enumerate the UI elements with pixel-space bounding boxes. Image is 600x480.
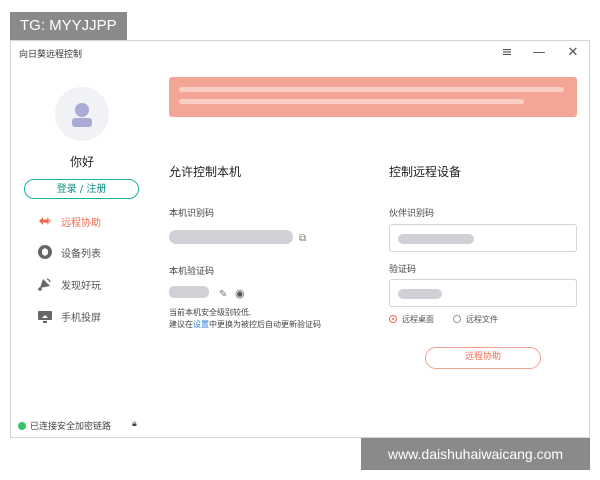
remote-assist-button[interactable]: 远程协助 [425, 347, 541, 369]
local-id-label: 本机识别码 [169, 209, 215, 219]
sidebar-item-label: 远程协助 [61, 218, 101, 229]
note-line-2: 建议在设置中更换为被控后自动更新验证码 [169, 319, 399, 331]
sidebar-item-label: 设备列表 [61, 249, 101, 260]
sidebar-item-label: 手机投屏 [61, 313, 101, 324]
radio-label: 远程文件 [466, 315, 498, 324]
discover-icon [38, 278, 51, 291]
verify-code-label: 验证码 [389, 265, 417, 275]
local-code-value [169, 286, 209, 298]
app-title: 向日葵远程控制 [19, 50, 83, 60]
verify-code-input[interactable] [389, 279, 577, 307]
screen-cast-icon [38, 311, 52, 323]
sidebar-item-screen-cast[interactable]: 手机投屏 [37, 306, 147, 326]
greeting-text: 你好 [69, 155, 94, 169]
main-panel: 允许控制本机 本机识别码 ⧉ 本机验证码 ✎ ◉ 当前本机安全级别较低. 建议在… [153, 65, 589, 438]
sidebar-item-device-list[interactable]: 设备列表 [37, 242, 147, 262]
control-remote-title: 控制远程设备 [389, 165, 462, 179]
local-id-value [169, 230, 293, 244]
remote-assist-icon [39, 217, 51, 225]
allow-control-title: 允许控制本机 [169, 165, 242, 179]
connection-status: 已连接安全加密链路 🔒︎ [18, 419, 148, 433]
partner-id-input[interactable] [389, 224, 577, 252]
verify-code-value [398, 289, 442, 299]
login-register-button[interactable]: 登录 / 注册 [24, 179, 139, 199]
menu-icon[interactable]: ≡ [499, 45, 515, 61]
note-line-1: 当前本机安全级别较低. [169, 308, 252, 317]
notice-text-line [179, 99, 524, 104]
lock-icon[interactable]: 🔒︎ [132, 419, 137, 429]
sidebar-item-discover[interactable]: 发现好玩 [37, 274, 147, 294]
close-icon[interactable]: ✕ [565, 45, 581, 61]
local-code-label: 本机验证码 [169, 267, 215, 277]
eye-icon[interactable]: ◉ [235, 287, 245, 300]
status-text: 已连接安全加密链路 [30, 422, 112, 432]
watermark: www.daishuhaiwaicang.com [361, 438, 590, 470]
sidebar: 你好 登录 / 注册 远程协助 设备列表 发现好玩 手机投屏 已连接安全加密链路… [11, 65, 153, 438]
note-prefix: 建议在 [169, 320, 193, 329]
settings-link[interactable]: 设置 [193, 320, 209, 329]
status-dot-icon [18, 422, 26, 430]
copy-icon[interactable]: ⧉ [299, 233, 306, 244]
sidebar-item-remote-assist[interactable]: 远程协助 [37, 211, 147, 231]
security-suggestion-note: 当前本机安全级别较低. 建议在设置中更换为被控后自动更新验证码 [169, 307, 399, 331]
avatar[interactable] [55, 87, 109, 141]
security-notice-banner [169, 77, 577, 117]
title-bar: 向日葵远程控制 ≡ — ✕ [11, 41, 589, 65]
app-window: 向日葵远程控制 ≡ — ✕ 你好 登录 / 注册 远程协助 设备列表 发现好玩 … [10, 40, 590, 438]
sidebar-item-label: 发现好玩 [61, 281, 101, 292]
note-suffix: 中更换为被控后自动更新验证码 [209, 320, 321, 329]
minimize-icon[interactable]: — [531, 45, 547, 61]
user-icon [72, 103, 92, 127]
edit-icon[interactable]: ✎ [219, 289, 227, 300]
notice-text-line [179, 87, 564, 92]
radio-unchecked-icon [453, 315, 461, 323]
radio-checked-icon [389, 315, 397, 323]
partner-id-label: 伙伴识别码 [389, 209, 435, 219]
radio-label: 远程桌面 [402, 315, 434, 324]
partner-id-value [398, 234, 474, 244]
overlay-tag: TG: MYYJJPP [10, 12, 127, 40]
device-list-icon [38, 245, 52, 259]
